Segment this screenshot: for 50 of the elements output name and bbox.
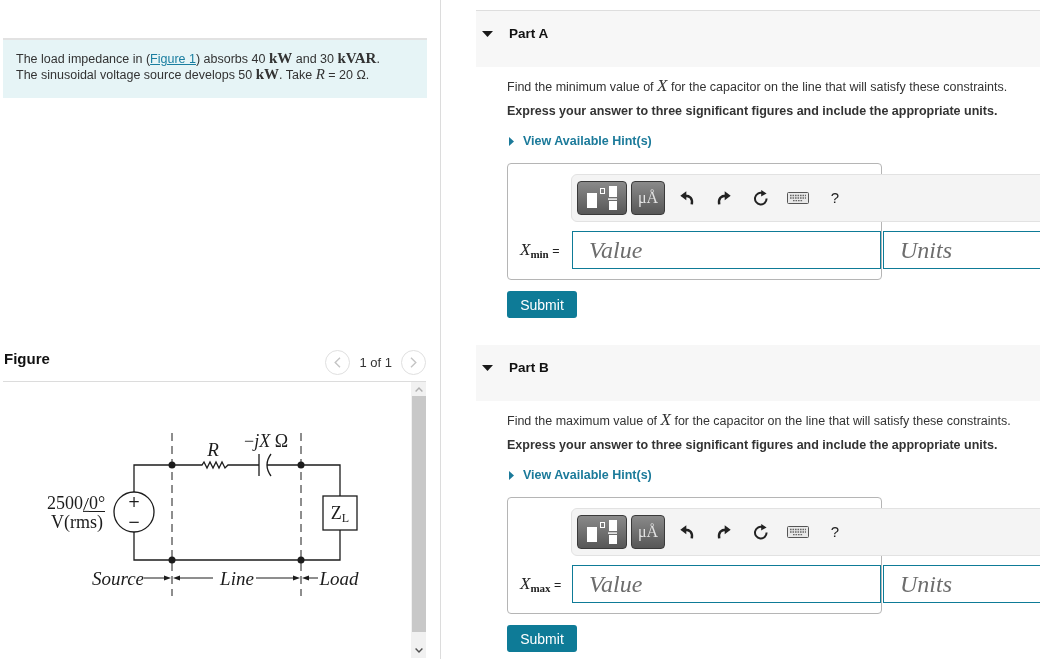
redo-icon[interactable] (717, 191, 731, 205)
units-button[interactable]: μÅ (631, 181, 665, 215)
question-text: Find the minimum value of X for the capacitor on the line that will satisfy these constraints. (507, 77, 1009, 95)
instruction-text: Express your answer to three significant figures and include the appropriate units. (507, 437, 999, 454)
value-field[interactable]: Value (572, 565, 881, 603)
part-header[interactable]: Part A (476, 11, 1040, 67)
help-button[interactable]: ? (830, 189, 840, 207)
hint-link[interactable]: View Available Hint(s) (507, 466, 652, 484)
template-icon (587, 520, 617, 544)
value-field[interactable]: Value (572, 231, 881, 269)
instruction-text: Express your answer to three significant figures and include the appropriate units. (507, 103, 999, 120)
undo-icon[interactable] (680, 525, 694, 539)
part-header[interactable]: Part B (476, 345, 1040, 401)
figure-title: Figure (4, 350, 50, 368)
submit-button[interactable]: Submit (507, 625, 577, 652)
keyboard-icon[interactable] (787, 526, 809, 538)
refresh-icon[interactable] (753, 190, 769, 206)
templates-button[interactable] (577, 181, 627, 215)
chevron-down-icon[interactable] (414, 648, 423, 653)
page-indicator: 1 of 1 (359, 354, 392, 371)
problem-statement: The load impedance in (Figure 1) absorbs 40 kW and 30 kVAR. The sinusoidal voltage source develops 50 kW. Take R = 20 Ω. (3, 38, 427, 98)
load-label: Z$_{L}$ (330, 504, 350, 522)
answer-label: X$_{max}$ = (520, 574, 563, 594)
templates-button[interactable] (577, 515, 627, 549)
plus-sign: + (127, 494, 141, 510)
region-label: Load (319, 568, 359, 588)
resistor-label: R (207, 439, 219, 459)
answer-label: X$_{min}$ = (520, 240, 561, 260)
units-field[interactable]: Units (883, 231, 1040, 269)
phase-angle: 0° (89, 494, 106, 512)
question-text: Find the maximum value of X for the capacitor on the line that will satisfy these constraints. (507, 411, 1012, 429)
figure-link[interactable]: Figure 1 (150, 52, 196, 66)
region-label: Line (220, 568, 254, 588)
refresh-icon[interactable] (753, 524, 769, 540)
submit-button[interactable]: Submit (507, 291, 577, 318)
minus-sign: − (127, 514, 141, 530)
undo-icon[interactable] (680, 191, 694, 205)
units-field[interactable]: Units (883, 565, 1040, 603)
source-voltage: 2500 (47, 494, 83, 512)
redo-icon[interactable] (717, 525, 731, 539)
voltage-unit: V(rms) (51, 513, 103, 531)
capacitor-label: −jX Ω (244, 432, 288, 450)
units-button[interactable]: μÅ (631, 515, 665, 549)
keyboard-icon[interactable] (787, 192, 809, 204)
chevron-left-icon (334, 357, 342, 368)
chevron-right-icon (410, 357, 417, 368)
template-icon (587, 186, 617, 210)
help-button[interactable]: ? (830, 523, 840, 541)
region-label: Source (91, 568, 145, 588)
hint-link[interactable]: View Available Hint(s) (507, 132, 652, 150)
